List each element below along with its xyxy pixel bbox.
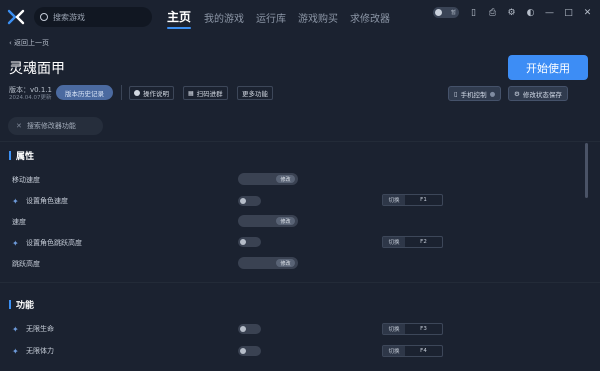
row-label-text: 移动速度 <box>12 176 40 184</box>
mobile-control-button[interactable]: ▯ 手机控制 ● <box>448 86 502 101</box>
section-accent-bar <box>9 151 11 160</box>
section-divider <box>0 141 600 142</box>
search-icon <box>40 13 48 21</box>
tab-request-trainer[interactable]: 求修改器 <box>350 10 390 25</box>
maximize-icon[interactable]: □ <box>564 8 573 18</box>
app-logo-icon <box>7 8 25 26</box>
modify-button[interactable]: 修改 <box>276 217 295 225</box>
instructions-label: 操作说明 <box>143 90 169 98</box>
tab-my-games[interactable]: 我的游戏 <box>204 10 244 25</box>
back-link[interactable]: ‹ 返回上一页 <box>9 38 49 48</box>
clear-icon: ✕ <box>16 122 22 130</box>
hotkey-key[interactable]: F2 <box>405 237 442 247</box>
close-icon[interactable]: ✕ <box>583 8 592 18</box>
hotkey-key[interactable]: F4 <box>405 346 442 356</box>
window-controls: 暂 ▯ ⎙ ⚙ ◐ — □ ✕ <box>433 7 592 18</box>
scan-qr-label: 扫码进群 <box>196 90 223 98</box>
section-divider <box>0 282 600 283</box>
user-icon[interactable]: ◐ <box>526 8 535 18</box>
save-icon: ⚙ <box>514 89 520 98</box>
row-label: 移动速度 <box>12 175 40 185</box>
info-icon <box>134 90 140 96</box>
start-button[interactable]: 开始使用 <box>508 55 588 80</box>
row-label: ✦ 设置角色跳跃高度 <box>12 238 82 248</box>
version-date: 2024.04.07更新 <box>9 95 52 101</box>
sparkle-icon: ✦ <box>12 324 19 334</box>
row-label-text: 速度 <box>12 218 26 226</box>
value-slider[interactable]: 修改 <box>238 173 298 185</box>
row-label: ✦ 无限生命 <box>12 324 54 334</box>
phone-icon[interactable]: ▯ <box>469 8 478 18</box>
minimize-icon[interactable]: — <box>545 8 554 18</box>
phone-icon: ▯ <box>454 89 458 98</box>
section-title-text: 属性 <box>16 152 35 162</box>
hotkey-action[interactable]: 切换 <box>383 195 405 205</box>
back-label: 返回上一页 <box>14 39 50 47</box>
section-title-functions: 功能 <box>9 298 34 311</box>
feature-search-input[interactable]: ✕ 搜索修改器功能 <box>8 117 103 135</box>
section-accent-bar <box>9 300 11 309</box>
feature-search-placeholder: 搜索修改器功能 <box>26 122 76 130</box>
row-label-text: 设置角色速度 <box>26 197 68 205</box>
modify-button[interactable]: 修改 <box>276 259 295 267</box>
toggle-switch[interactable] <box>238 346 261 356</box>
mobile-control-label: 手机控制 <box>460 90 487 99</box>
sparkle-icon: ✦ <box>12 238 19 248</box>
scan-qr-button[interactable]: ▦ 扫码进群 <box>183 86 228 100</box>
section-title-attributes: 属性 <box>9 149 34 162</box>
qr-icon: ▦ <box>188 89 194 97</box>
download-icon[interactable]: ⎙ <box>488 8 497 18</box>
divider <box>121 85 122 100</box>
mode-toggle[interactable]: 暂 <box>433 7 459 18</box>
row-label: 跳跃高度 <box>12 259 40 269</box>
row-label-text: 无限生命 <box>26 325 54 333</box>
more-label: 更多功能 <box>242 90 268 98</box>
modify-button[interactable]: 修改 <box>276 175 295 183</box>
mode-toggle-label: 暂 <box>450 10 456 16</box>
hotkey-action[interactable]: 切换 <box>383 237 405 247</box>
hotkey-key[interactable]: F1 <box>405 195 442 205</box>
hotkey-binding[interactable]: 切换 F2 <box>382 236 443 248</box>
scrollbar[interactable] <box>585 143 588 198</box>
row-label-text: 设置角色跳跃高度 <box>26 239 82 247</box>
row-label-text: 跳跃高度 <box>12 260 40 268</box>
game-search-input[interactable]: 搜索游戏 <box>34 7 152 27</box>
game-search-placeholder: 搜索游戏 <box>53 12 85 22</box>
row-label: 速度 <box>12 217 26 227</box>
row-label: ✦ 设置角色速度 <box>12 196 68 206</box>
value-slider[interactable]: 修改 <box>238 257 298 269</box>
sparkle-icon: ✦ <box>12 196 19 206</box>
instructions-button[interactable]: 操作说明 <box>129 86 174 100</box>
page-title: 灵魂面甲 <box>9 61 65 77</box>
save-state-button[interactable]: ⚙ 修改状态保存 <box>508 86 568 101</box>
toggle-switch[interactable] <box>238 196 261 206</box>
more-functions-button[interactable]: 更多功能 <box>237 86 273 100</box>
section-title-text: 功能 <box>16 301 35 311</box>
hotkey-action[interactable]: 切换 <box>383 346 405 356</box>
tab-runtime-library[interactable]: 运行库 <box>256 10 286 25</box>
version-info: 版本：v0.1.1 2024.04.07更新 <box>9 86 52 102</box>
save-state-label: 修改状态保存 <box>522 90 562 99</box>
tab-home[interactable]: 主页 <box>167 8 192 29</box>
status-dot-icon: ● <box>489 89 496 98</box>
version-label: 版本：v0.1.1 <box>9 86 52 94</box>
toggle-switch[interactable] <box>238 324 261 334</box>
hotkey-action[interactable]: 切换 <box>383 324 405 334</box>
hotkey-binding[interactable]: 切换 F4 <box>382 345 443 357</box>
row-label-text: 无限体力 <box>26 347 54 355</box>
hotkey-key[interactable]: F3 <box>405 324 442 334</box>
toggle-switch[interactable] <box>238 237 261 247</box>
sparkle-icon: ✦ <box>12 346 19 356</box>
gear-icon[interactable]: ⚙ <box>507 8 516 18</box>
value-slider[interactable]: 修改 <box>238 215 298 227</box>
row-label: ✦ 无限体力 <box>12 346 54 356</box>
tab-game-purchase[interactable]: 游戏购买 <box>298 10 338 25</box>
version-history-button[interactable]: 版本历史记录 <box>56 85 113 100</box>
hotkey-binding[interactable]: 切换 F3 <box>382 323 443 335</box>
hotkey-binding[interactable]: 切换 F1 <box>382 194 443 206</box>
